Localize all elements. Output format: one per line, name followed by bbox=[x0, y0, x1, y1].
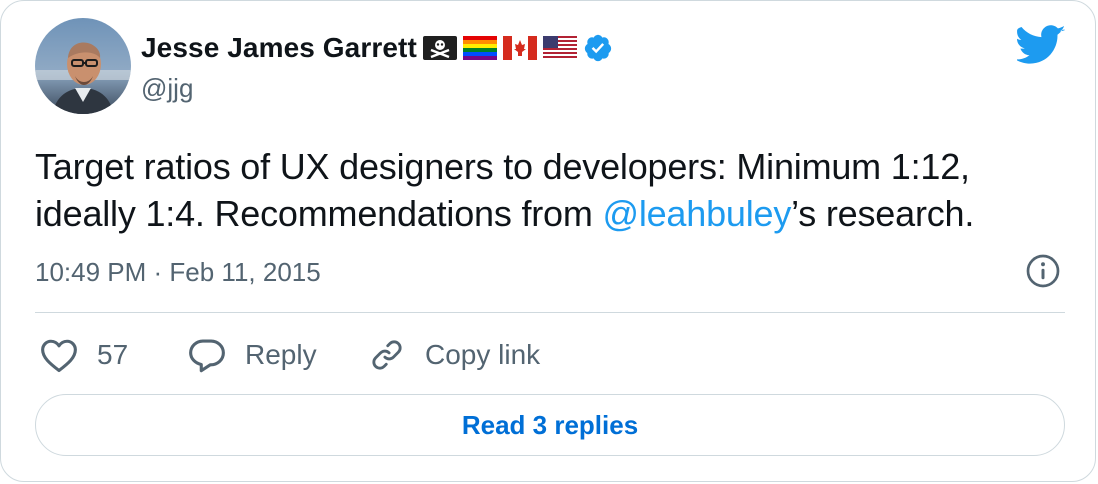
tweet-card: Jesse James Garrett @jjg Target ratios o… bbox=[0, 0, 1096, 482]
divider bbox=[35, 312, 1065, 313]
tweet-text: Target ratios of UX designers to develop… bbox=[35, 143, 1075, 237]
reply-button[interactable]: Reply bbox=[187, 333, 317, 377]
info-icon[interactable] bbox=[1025, 253, 1061, 289]
pirate-flag-icon bbox=[422, 36, 457, 60]
like-button[interactable]: 57 bbox=[39, 333, 128, 377]
tweet-text-after: ’s research. bbox=[791, 193, 975, 234]
display-name[interactable]: Jesse James Garrett bbox=[141, 32, 417, 64]
tweet-timestamp[interactable]: 10:49 PM · Feb 11, 2015 bbox=[35, 257, 321, 288]
author-name-row: Jesse James Garrett bbox=[141, 27, 613, 69]
like-count: 57 bbox=[97, 339, 129, 370]
verified-badge-icon bbox=[584, 34, 611, 62]
usa-flag-icon bbox=[542, 36, 577, 60]
read-replies-button[interactable]: Read 3 replies bbox=[35, 394, 1065, 456]
reply-label: Reply bbox=[245, 339, 317, 370]
author-handle[interactable]: @jjg bbox=[141, 73, 193, 104]
copy-link-label: Copy link bbox=[425, 339, 541, 370]
canada-flag-icon bbox=[502, 36, 537, 60]
rainbow-flag-icon bbox=[462, 36, 497, 60]
link-icon bbox=[372, 340, 402, 370]
heart-icon bbox=[41, 339, 77, 373]
twitter-bird-icon[interactable] bbox=[1017, 25, 1065, 65]
reply-bubble-icon bbox=[189, 339, 225, 373]
mention-link[interactable]: @leahbuley bbox=[602, 193, 791, 234]
avatar[interactable] bbox=[35, 18, 131, 114]
copy-link-button[interactable]: Copy link bbox=[367, 333, 540, 377]
